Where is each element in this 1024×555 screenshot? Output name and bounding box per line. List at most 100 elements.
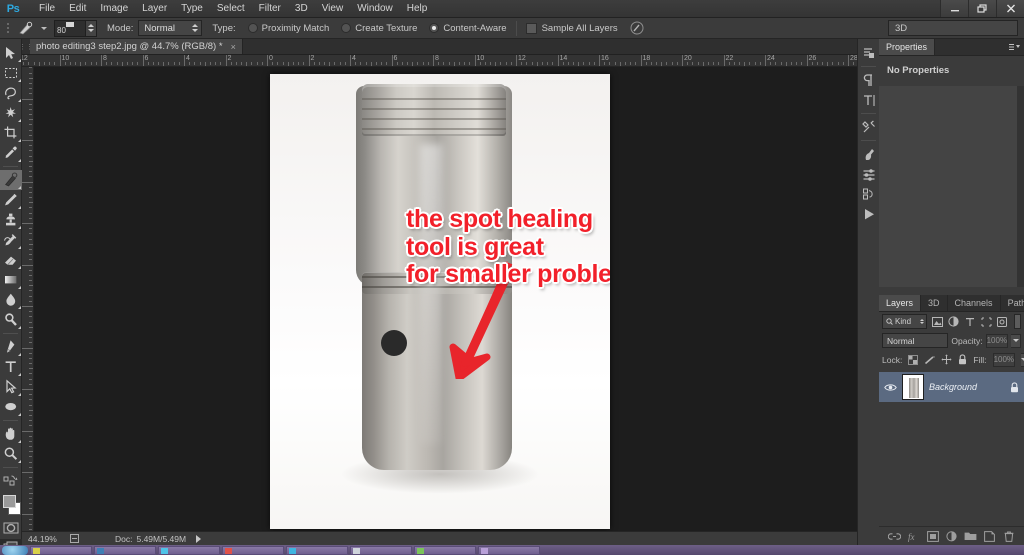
new-group-icon[interactable] [963, 529, 978, 544]
tab-layers[interactable]: Layers [879, 295, 922, 311]
radio-proximity-match[interactable]: Proximity Match [247, 23, 329, 34]
menu-item-help[interactable]: Help [400, 1, 435, 17]
brush-panel-icon[interactable] [858, 144, 880, 164]
tab-grip[interactable]: ⋮⋮ [19, 39, 33, 54]
filter-adjustment-icon[interactable] [947, 314, 960, 329]
new-adjustment-layer-icon[interactable] [944, 529, 959, 544]
filter-enable-toggle[interactable] [1013, 314, 1021, 329]
dodge-tool[interactable] [0, 310, 22, 330]
taskbar-item[interactable] [478, 545, 540, 555]
radio-create-texture[interactable]: Create Texture [341, 23, 417, 34]
menu-item-window[interactable]: Window [350, 1, 400, 17]
brush-presets-panel-icon[interactable] [858, 164, 880, 184]
brush-size-stepper[interactable] [86, 19, 97, 37]
restore-button[interactable] [968, 0, 996, 17]
start-button[interactable] [2, 545, 28, 555]
taskbar-item[interactable] [158, 545, 220, 555]
delete-layer-icon[interactable] [1001, 529, 1016, 544]
tab-channels[interactable]: Channels [948, 295, 1001, 311]
taskbar-item[interactable] [94, 545, 156, 555]
filter-shape-icon[interactable] [980, 314, 993, 329]
brush-tool[interactable] [0, 190, 22, 210]
lock-position-icon[interactable] [941, 352, 952, 367]
layer-mask-icon[interactable] [925, 529, 940, 544]
document-canvas[interactable]: the spot healing tool is great for small… [270, 74, 610, 529]
properties-scrollbar[interactable] [1017, 86, 1024, 287]
horizontal-ruler[interactable]: 121086420246810121416182022242628 [22, 55, 857, 67]
opacity-chevron-down-icon[interactable] [1011, 333, 1021, 348]
filter-type-icon[interactable] [963, 314, 976, 329]
taskbar-item[interactable] [286, 545, 348, 555]
taskbar-item[interactable] [222, 545, 284, 555]
menu-item-layer[interactable]: Layer [135, 1, 174, 17]
menu-item-filter[interactable]: Filter [252, 1, 288, 17]
move-tool[interactable] [0, 43, 22, 63]
options-bar-grip[interactable] [3, 21, 12, 35]
status-menu-icon[interactable] [196, 534, 202, 543]
canvas-area[interactable]: the spot healing tool is great for small… [34, 67, 857, 531]
timeline-panel-icon[interactable] [858, 204, 880, 224]
lasso-tool[interactable] [0, 83, 22, 103]
panel-menu-icon[interactable] [1006, 39, 1024, 55]
visibility-eye-icon[interactable] [883, 383, 897, 392]
sample-all-layers-checkbox[interactable]: Sample All Layers [525, 22, 618, 34]
menu-item-3d[interactable]: 3D [288, 1, 315, 17]
pen-tool[interactable] [0, 337, 22, 357]
filter-pixel-icon[interactable] [930, 314, 943, 329]
color-swatches[interactable] [0, 493, 22, 519]
layer-style-icon[interactable]: fx [906, 529, 921, 544]
minimize-button[interactable] [940, 0, 968, 17]
layer-row-background[interactable]: Background [879, 372, 1024, 402]
crop-tool[interactable] [0, 123, 22, 143]
airbrush-icon[interactable] [628, 21, 646, 35]
menu-item-type[interactable]: Type [174, 1, 210, 17]
gradient-tool[interactable] [0, 270, 22, 290]
quick-selection-tool[interactable] [0, 103, 22, 123]
taskbar-item[interactable] [414, 545, 476, 555]
lock-image-pixels-icon[interactable] [924, 352, 936, 367]
blend-mode-select[interactable]: Normal [138, 20, 203, 36]
brush-size-field[interactable]: 80 [54, 19, 86, 37]
menu-item-file[interactable]: File [32, 1, 62, 17]
eraser-tool[interactable] [0, 250, 22, 270]
spot-healing-brush-icon[interactable] [12, 20, 38, 37]
history-panel-icon[interactable] [858, 43, 880, 63]
clone-stamp-tool[interactable] [0, 210, 22, 230]
document-tab[interactable]: photo editing3 step2.jpg @ 44.7% (RGB/8)… [30, 39, 243, 54]
opacity-value[interactable]: 100% [985, 333, 1009, 348]
foreground-color-swatch[interactable] [3, 495, 16, 508]
tab-3d[interactable]: 3D [921, 295, 948, 311]
taskbar-item[interactable] [30, 545, 92, 555]
tab-properties[interactable]: Properties [879, 39, 936, 55]
fill-value[interactable]: 100% [992, 352, 1016, 367]
hand-tool[interactable] [0, 424, 22, 444]
workspace-switcher[interactable]: 3D [888, 20, 1018, 36]
adjustments-panel-icon[interactable] [858, 117, 880, 137]
rectangular-marquee-tool[interactable] [0, 63, 22, 83]
menu-item-select[interactable]: Select [210, 1, 252, 17]
tool-preset-chevron-down-icon[interactable] [41, 26, 47, 30]
menu-item-view[interactable]: View [315, 1, 351, 17]
history-brush-tool[interactable] [0, 230, 22, 250]
vertical-ruler[interactable] [22, 67, 34, 531]
menu-item-image[interactable]: Image [93, 1, 135, 17]
path-selection-tool[interactable] [0, 377, 22, 397]
quick-mask-icon[interactable] [0, 519, 22, 537]
layer-filter-kind-select[interactable]: Kind [882, 314, 928, 329]
filter-smart-object-icon[interactable] [996, 314, 1009, 329]
clone-source-panel-icon[interactable] [858, 184, 880, 204]
link-layers-icon[interactable] [887, 529, 902, 544]
ellipse-tool[interactable] [0, 397, 22, 417]
zoom-level-field[interactable]: 44.19% [25, 533, 67, 545]
radio-content-aware[interactable]: Content-Aware [429, 23, 507, 34]
type-tool[interactable] [0, 357, 22, 377]
paragraph-panel-icon[interactable] [858, 70, 880, 90]
lock-all-icon[interactable] [958, 352, 967, 367]
layer-blend-mode-select[interactable]: Normal [882, 333, 949, 348]
new-layer-icon[interactable] [982, 529, 997, 544]
close-button[interactable] [996, 0, 1024, 17]
menu-item-edit[interactable]: Edit [62, 1, 93, 17]
tab-paths[interactable]: Paths [1001, 295, 1024, 311]
taskbar-item[interactable] [350, 545, 412, 555]
character-panel-icon[interactable] [858, 90, 880, 110]
